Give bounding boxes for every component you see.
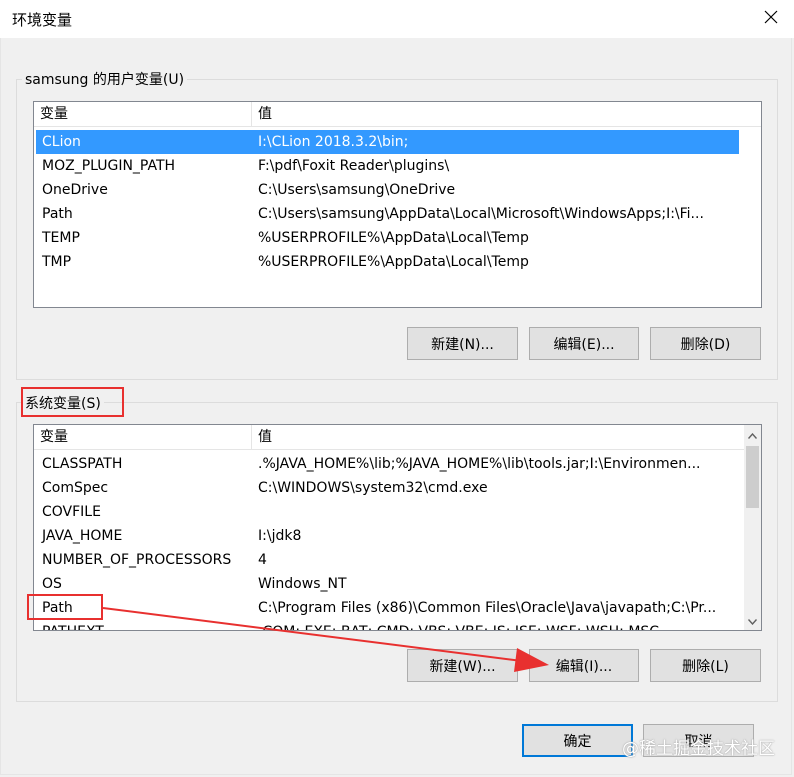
user-edit-button[interactable]: 编辑(E)... [529,327,639,360]
row-name: COVFILE [42,504,101,520]
system-vars-list[interactable]: 变量 值 CLASSPATH .%JAVA_HOME%\lib;%JAVA_HO… [33,424,762,631]
row-name: CLion [42,134,81,150]
row-name: CLASSPATH [42,456,123,472]
system-vars-label-highlight [21,387,124,417]
row-name: ComSpec [42,480,109,496]
table-row[interactable]: TMP %USERPROFILE%\AppData\Local\Temp [36,250,739,274]
column-header-name[interactable]: 变量 [34,425,252,449]
row-value: .%JAVA_HOME%\lib;%JAVA_HOME%\lib\tools.j… [258,456,701,472]
window-title: 环境变量 [12,11,73,29]
table-row[interactable]: ComSpec C:\WINDOWS\system32\cmd.exe [36,476,726,500]
row-value: %USERPROFILE%\AppData\Local\Temp [258,254,529,270]
user-vars-label: samsung 的用户变量(U) [22,69,188,89]
row-value: Windows_NT [258,576,347,592]
table-row[interactable]: MOZ_PLUGIN_PATH F:\pdf\Foxit Reader\plug… [36,154,739,178]
title-bar: 环境变量 [0,0,794,38]
row-value [252,500,726,524]
table-row[interactable]: COVFILE [36,500,726,524]
column-header-name[interactable]: 变量 [34,102,252,126]
chevron-down-icon [747,613,758,629]
row-value: I:\CLion 2018.3.2\bin; [258,134,409,150]
user-vars-list[interactable]: 变量 值 CLion I:\CLion 2018.3.2\bin; MOZ_PL… [33,101,762,308]
system-vars-header: 变量 值 [34,425,744,450]
row-name: JAVA_HOME [42,528,123,544]
table-row[interactable]: Path C:\Users\samsung\AppData\Local\Micr… [36,202,739,226]
table-row[interactable]: Path C:\Program Files (x86)\Common Files… [36,596,726,620]
row-value: %USERPROFILE%\AppData\Local\Temp [258,230,529,246]
table-row[interactable]: CLASSPATH .%JAVA_HOME%\lib;%JAVA_HOME%\l… [36,452,726,476]
system-new-button[interactable]: 新建(W)... [407,649,518,682]
row-name: TMP [42,254,72,270]
column-header-value[interactable]: 值 [252,102,652,126]
table-row[interactable]: OS Windows_NT [36,572,726,596]
table-row[interactable]: NUMBER_OF_PROCESSORS 4 [36,548,726,572]
row-value: I:\jdk8 [258,528,302,544]
scroll-down-button[interactable] [744,612,761,629]
table-row[interactable]: TEMP %USERPROFILE%\AppData\Local\Temp [36,226,739,250]
table-row[interactable]: OneDrive C:\Users\samsung\OneDrive [36,178,739,202]
row-name: OS [42,576,62,592]
column-header-value[interactable]: 值 [252,425,652,449]
row-name: Path [42,206,73,222]
row-name: MOZ_PLUGIN_PATH [42,158,176,174]
user-new-button[interactable]: 新建(N)... [407,327,518,360]
scroll-thumb[interactable] [746,446,759,508]
row-value: C:\Users\samsung\OneDrive [258,182,456,198]
system-delete-button[interactable]: 删除(L) [650,649,761,682]
row-value: 4 [258,552,267,568]
user-delete-button[interactable]: 删除(D) [650,327,761,360]
system-vars-scrollbar[interactable] [744,425,761,630]
row-name: NUMBER_OF_PROCESSORS [42,552,232,568]
watermark: @稀土掘金技术社区 [622,739,775,759]
table-row[interactable]: PATHEXT .COM;.EXE;.BAT;.CMD;.VBS;.VBE;.J… [36,620,726,630]
row-value: C:\WINDOWS\system32\cmd.exe [258,480,488,496]
scroll-up-button[interactable] [744,426,761,443]
table-row[interactable]: CLion I:\CLion 2018.3.2\bin; [36,130,739,154]
row-value: F:\pdf\Foxit Reader\plugins\ [258,158,450,174]
row-name: PATHEXT [36,620,252,630]
row-name: TEMP [42,230,80,246]
table-row[interactable]: JAVA_HOME I:\jdk8 [36,524,726,548]
row-value: .COM;.EXE;.BAT;.CMD;.VBS;.VBE;.JS;.JSE;.… [252,620,726,630]
row-name: OneDrive [42,182,108,198]
close-button[interactable] [748,0,794,38]
path-row-highlight [27,594,103,620]
system-edit-button[interactable]: 编辑(I)... [529,649,639,682]
chevron-up-icon [747,427,758,443]
row-value: C:\Users\samsung\AppData\Local\Microsoft… [258,206,704,222]
close-icon [764,10,778,28]
user-vars-header: 变量 值 [34,102,761,127]
ok-button[interactable]: 确定 [522,724,633,757]
row-value: C:\Program Files (x86)\Common Files\Orac… [258,600,717,616]
